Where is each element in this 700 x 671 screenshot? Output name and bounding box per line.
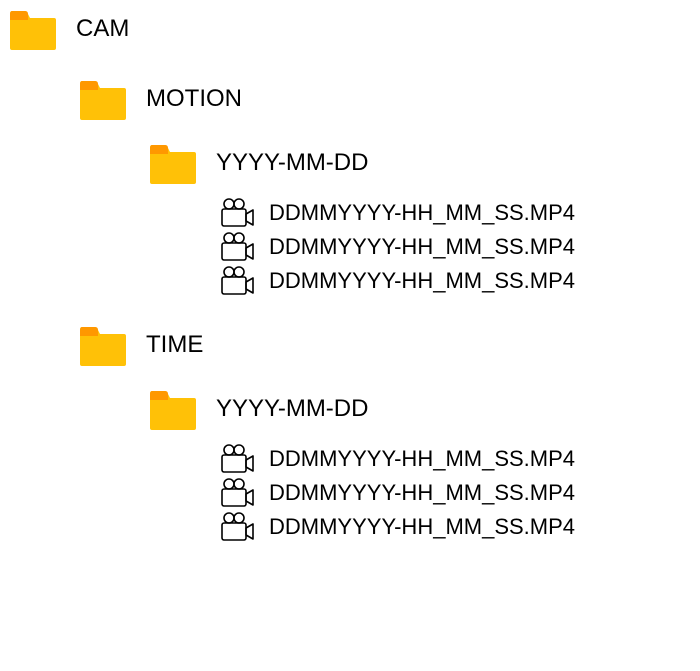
- folder-motion: MOTION: [78, 78, 700, 120]
- folder-icon: [148, 142, 198, 184]
- video-icon: [219, 444, 255, 474]
- file-label: DDMMYYYY-HH_MM_SS.MP4: [269, 514, 575, 540]
- folder-label: YYYY-MM-DD: [216, 395, 368, 423]
- file-label: DDMMYYYY-HH_MM_SS.MP4: [269, 268, 575, 294]
- folder-label: MOTION: [146, 85, 242, 113]
- folder-time: TIME: [78, 324, 700, 366]
- folder-date: YYYY-MM-DD: [148, 142, 700, 184]
- video-icon: [219, 198, 255, 228]
- folder-label: CAM: [76, 15, 129, 43]
- file-item: DDMMYYYY-HH_MM_SS.MP4: [219, 444, 700, 474]
- folder-date: YYYY-MM-DD: [148, 388, 700, 430]
- file-item: DDMMYYYY-HH_MM_SS.MP4: [219, 198, 700, 228]
- file-label: DDMMYYYY-HH_MM_SS.MP4: [269, 234, 575, 260]
- folder-icon: [148, 388, 198, 430]
- file-label: DDMMYYYY-HH_MM_SS.MP4: [269, 480, 575, 506]
- file-item: DDMMYYYY-HH_MM_SS.MP4: [219, 266, 700, 296]
- file-item: DDMMYYYY-HH_MM_SS.MP4: [219, 232, 700, 262]
- folder-label: TIME: [146, 331, 203, 359]
- folder-icon: [78, 78, 128, 120]
- folder-icon: [78, 324, 128, 366]
- video-icon: [219, 512, 255, 542]
- video-icon: [219, 232, 255, 262]
- folder-icon: [8, 8, 58, 50]
- video-icon: [219, 266, 255, 296]
- file-label: DDMMYYYY-HH_MM_SS.MP4: [269, 200, 575, 226]
- file-item: DDMMYYYY-HH_MM_SS.MP4: [219, 478, 700, 508]
- video-icon: [219, 478, 255, 508]
- folder-label: YYYY-MM-DD: [216, 149, 368, 177]
- file-label: DDMMYYYY-HH_MM_SS.MP4: [269, 446, 575, 472]
- folder-cam: CAM: [8, 8, 700, 50]
- file-item: DDMMYYYY-HH_MM_SS.MP4: [219, 512, 700, 542]
